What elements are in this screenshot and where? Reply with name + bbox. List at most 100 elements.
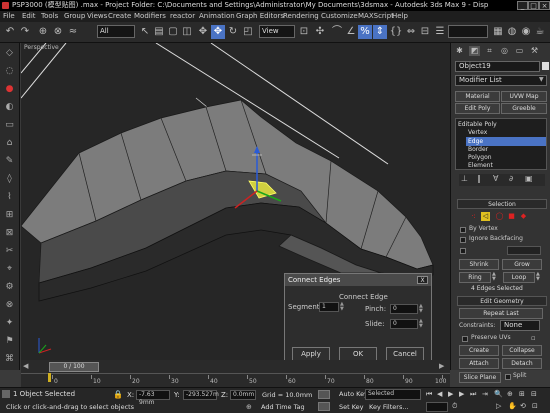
menu-file[interactable]: File [3,11,15,22]
zoom-extents-icon[interactable]: ⊞ [519,390,525,398]
menu-edit[interactable]: Edit [22,11,36,22]
pin-stack-icon[interactable]: ⊥ [461,174,468,183]
left-tool-icon[interactable]: ◐ [3,101,16,114]
layer-manager-icon[interactable]: ☰ [433,25,447,39]
add-time-tag-button[interactable]: Add Time Tag [261,403,305,411]
y-coord-field[interactable]: -293.527m [183,390,219,400]
named-selection-set-dropdown[interactable] [448,25,488,38]
menu-rendering[interactable]: Rendering [283,11,319,22]
left-tool-icon[interactable]: ⌖ [3,263,16,276]
polygon-mode-icon[interactable]: ■ [507,212,516,221]
utilities-tab-icon[interactable]: ⚒ [529,46,540,56]
time-slider-handle[interactable]: 0 / 100 [49,362,99,372]
pinch-spinner-arrows[interactable]: ▲ ▼ [419,304,424,314]
element-mode-icon[interactable]: ◆ [519,212,528,221]
create-button[interactable]: Create [459,345,499,356]
ring-spinner-arrows[interactable]: ▲ ▼ [492,272,496,282]
select-link-icon[interactable]: ⊕ [36,25,50,39]
constraints-dropdown[interactable]: None [500,320,540,331]
curve-editor-icon[interactable]: ▦ [491,25,505,39]
split-checkbox[interactable] [505,374,511,380]
zoom-all-icon[interactable]: ⊕ [507,390,513,398]
left-tool-icon[interactable]: ⌇ [3,191,16,204]
vertex-mode-icon[interactable]: ·: [469,212,478,221]
remove-modifier-icon[interactable]: ∂ [509,174,513,183]
redo-icon[interactable]: ↷ [18,25,32,39]
slide-spinner-arrows[interactable]: ▲ ▼ [419,319,424,329]
border-mode-icon[interactable]: ◯ [495,212,504,221]
display-tab-icon[interactable]: ▭ [514,46,525,56]
zoom-icon[interactable]: 🔍 [494,390,503,398]
minimize-button[interactable]: _ [517,1,528,10]
left-tool-icon[interactable]: ◊ [3,173,16,186]
left-tool-icon[interactable]: ✂ [3,245,16,258]
reference-coordinate-dropdown[interactable]: View [259,25,295,38]
play-icon[interactable]: ▶ [448,390,453,398]
left-tool-icon[interactable]: ⌂ [3,137,16,150]
pan-icon[interactable]: ✋ [508,402,517,410]
align-icon[interactable]: ⊟ [418,25,432,39]
hierarchy-tab-icon[interactable]: ⌗ [484,46,495,56]
zoom-extents-all-icon[interactable]: ⊟ [531,390,537,398]
pinch-spinner-field[interactable]: 0 [390,304,418,314]
settings-icon[interactable]: ▫ [531,334,536,342]
stack-item-vertex[interactable]: Vertex [468,128,487,137]
slice-plane-button[interactable]: Slice Plane [459,372,501,383]
loop-spinner-arrows[interactable]: ▲ ▼ [536,272,540,282]
render-scene-icon[interactable]: ◉ [519,25,533,39]
mirror-icon[interactable]: ⇔ [404,25,418,39]
angle-snap-icon[interactable]: ∠ [344,25,358,39]
material-button[interactable]: Material [455,91,500,102]
snap-toggle-icon[interactable]: ⌒ [330,25,344,39]
go-to-end-icon[interactable]: ⏭ [470,390,476,399]
left-tool-icon[interactable]: ▭ [3,119,16,132]
left-tool-icon[interactable]: ● [3,83,16,96]
x-coord-field[interactable]: -7.63 9mm [136,390,170,406]
slide-spinner-field[interactable]: 0 [390,319,418,329]
object-color-swatch[interactable] [542,62,549,70]
dialog-close-button[interactable]: X [417,276,428,284]
left-tool-icon[interactable]: ✎ [3,155,16,168]
detach-button[interactable]: Detach [502,358,542,369]
menu-group[interactable]: Group [64,11,85,22]
ok-button[interactable]: OK [339,347,377,361]
select-and-rotate-icon[interactable]: ↻ [226,25,240,39]
shrink-button[interactable]: Shrink [459,259,499,270]
cancel-button[interactable]: Cancel [386,347,424,361]
maxscript-listener-icon[interactable] [2,390,10,398]
selection-rollout-header[interactable]: Selection [457,199,547,209]
repeat-last-button[interactable]: Repeat Last [459,308,543,319]
left-tool-icon[interactable]: ⚙ [3,281,16,294]
go-to-start-icon[interactable]: ⏮ [426,390,432,399]
apply-button[interactable]: Apply [292,347,330,361]
percent-snap-icon[interactable]: % [358,25,372,39]
select-and-move-active-icon[interactable]: ✥ [211,25,225,39]
menu-maxscript[interactable]: MAXScript [358,11,394,22]
by-angle-checkbox[interactable] [460,248,466,254]
pivot-center-icon[interactable]: ⊡ [297,25,311,39]
menu-create[interactable]: Create [108,11,131,22]
create-tab-icon[interactable]: ✱ [454,46,465,56]
selection-filter-dropdown[interactable]: All [97,25,135,38]
material-editor-icon[interactable]: ◍ [505,25,519,39]
time-next-arrow-icon[interactable]: ▶ [439,362,444,370]
set-key-button[interactable]: Set Key [339,403,364,411]
arc-rotate-icon[interactable]: ⟲ [520,402,526,410]
ignore-backfacing-checkbox[interactable] [460,237,466,243]
dialog-title[interactable]: Connect Edges [285,274,431,286]
unlink-icon[interactable]: ⊗ [51,25,65,39]
z-coord-field[interactable]: 0.0mm [230,390,256,400]
stack-item-element[interactable]: Element [468,161,493,170]
segments-spinner-arrows[interactable]: ▲ ▼ [340,302,345,312]
configure-sets-icon[interactable]: ▣ [525,174,533,183]
window-crossing-icon[interactable]: ◫ [180,25,194,39]
attach-button[interactable]: Attach [459,358,499,369]
quick-render-icon[interactable]: ☕ [533,25,547,39]
auto-key-button[interactable]: Auto Key [339,390,368,398]
edit-poly-button[interactable]: Edit Poly [455,103,500,114]
left-tool-icon[interactable]: ✦ [3,317,16,330]
time-config-icon[interactable]: ⏱ [452,402,457,411]
select-and-move-icon[interactable]: ✥ [196,25,210,39]
motion-tab-icon[interactable]: ◎ [499,46,510,56]
left-tool-icon[interactable]: ⊠ [3,227,16,240]
